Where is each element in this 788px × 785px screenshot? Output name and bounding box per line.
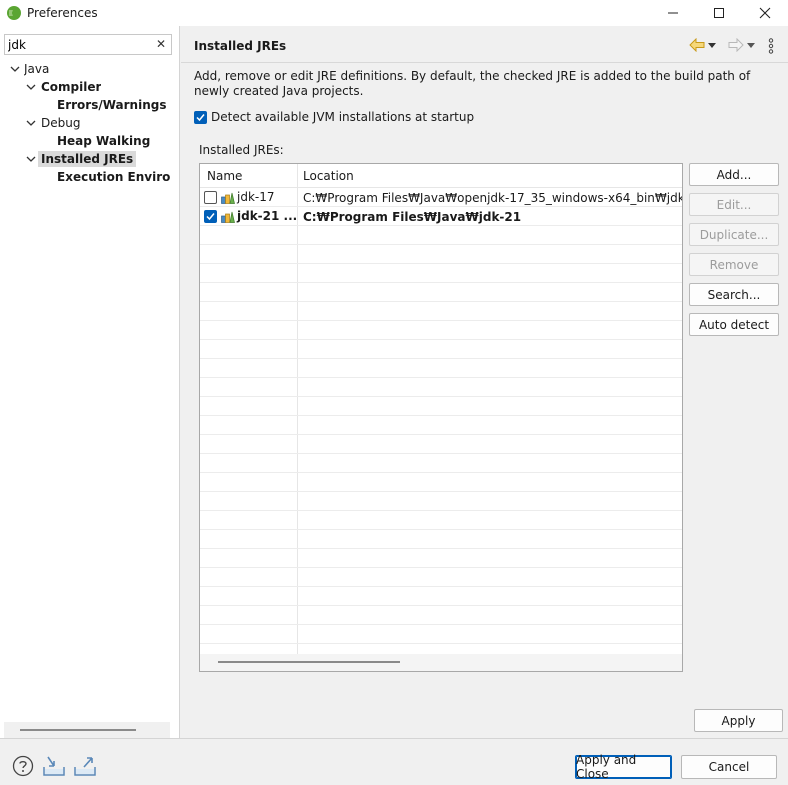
maximize-button[interactable] [696, 0, 742, 26]
empty-table-row [200, 549, 682, 568]
preference-tree-pane: ✕ Java Compiler Errors/Warnings Debug He… [0, 26, 180, 738]
tree-item-execution-environments[interactable]: Execution Environments [0, 168, 180, 186]
eclipse-app-icon [7, 6, 21, 20]
detect-jvm-checkbox[interactable] [194, 110, 207, 124]
tree-item-errors-warnings[interactable]: Errors/Warnings [0, 96, 180, 114]
empty-table-row [200, 378, 682, 397]
empty-table-row [200, 473, 682, 492]
close-button[interactable] [742, 0, 788, 26]
remove-button[interactable]: Remove [689, 253, 779, 276]
empty-table-row [200, 530, 682, 549]
jre-library-icon [221, 211, 235, 223]
add-button[interactable]: Add... [689, 163, 779, 186]
chevron-down-icon [10, 66, 20, 72]
chevron-down-icon [26, 84, 36, 90]
chevron-down-icon [26, 156, 36, 162]
back-arrow-icon[interactable] [689, 38, 705, 52]
tree-item-java[interactable]: Java [0, 60, 180, 78]
jre-library-icon [221, 192, 235, 204]
jre-name: jdk-21 ... [237, 209, 298, 223]
empty-table-row [200, 435, 682, 454]
header-separator [181, 62, 788, 63]
dialog-button-bar: Apply and Close Cancel [0, 738, 788, 785]
search-button[interactable]: Search... [689, 283, 779, 306]
preference-page: Installed JREs Add, remove or edit JRE d… [181, 26, 788, 738]
installed-jres-table: Name Location jdk-17 C:₩Program Files₩Ja… [199, 163, 683, 672]
import-icon[interactable] [42, 755, 66, 777]
page-navigation [689, 36, 779, 56]
title-bar: Preferences [0, 0, 788, 26]
empty-table-row [200, 625, 682, 644]
tree-item-heap-walking[interactable]: Heap Walking [0, 132, 180, 150]
window-title: Preferences [27, 6, 98, 20]
empty-table-row [200, 587, 682, 606]
edit-button[interactable]: Edit... [689, 193, 779, 216]
jre-location: C:₩Program Files₩Java₩openjdk-17_35_wind… [303, 191, 683, 205]
empty-table-row [200, 359, 682, 378]
empty-table-row [200, 397, 682, 416]
tree-item-debug[interactable]: Debug [0, 114, 180, 132]
jre-name: jdk-17 [237, 190, 275, 204]
tree-label-installed-jres: Installed JREs [38, 151, 137, 167]
tree-scroll-thumb[interactable] [20, 729, 136, 731]
jre-checkbox-jdk-21[interactable] [204, 209, 217, 223]
apply-and-close-button[interactable]: Apply and Close [575, 753, 672, 781]
empty-table-row [200, 606, 682, 625]
empty-table-row [200, 492, 682, 511]
empty-table-row [200, 340, 682, 359]
filter-input[interactable] [5, 35, 145, 54]
export-icon[interactable] [73, 755, 97, 777]
tree-label-execution-environments: Execution Environments [57, 170, 171, 184]
column-header-name[interactable]: Name [207, 169, 242, 183]
cancel-button[interactable]: Cancel [681, 755, 777, 779]
apply-button[interactable]: Apply [694, 709, 783, 732]
empty-table-row [200, 245, 682, 264]
clear-filter-icon[interactable]: ✕ [156, 37, 166, 52]
empty-table-row [200, 264, 682, 283]
empty-table-row [200, 511, 682, 530]
empty-table-row [200, 568, 682, 587]
empty-table-row [200, 321, 682, 340]
detect-jvm-checkbox-row[interactable]: Detect available JVM installations at st… [194, 110, 474, 124]
preference-tree: Java Compiler Errors/Warnings Debug Heap… [0, 60, 180, 186]
empty-table-row [200, 283, 682, 302]
chevron-down-icon [26, 120, 36, 126]
table-scroll-thumb[interactable] [218, 661, 400, 663]
detect-jvm-label: Detect available JVM installations at st… [211, 110, 475, 124]
tree-label-compiler: Compiler [41, 80, 102, 94]
close-icon [759, 7, 771, 19]
forward-dropdown-icon[interactable] [747, 43, 755, 49]
page-description: Add, remove or edit JRE definitions. By … [194, 69, 751, 98]
duplicate-button[interactable]: Duplicate... [689, 223, 779, 246]
empty-table-row [200, 302, 682, 321]
empty-table-row [200, 226, 682, 245]
checkmark-icon [206, 212, 215, 220]
tree-label-errors-warnings: Errors/Warnings [57, 98, 167, 112]
tree-item-installed-jres[interactable]: Installed JREs [0, 150, 180, 168]
filter-field[interactable]: ✕ [4, 34, 172, 55]
minimize-icon [668, 12, 678, 14]
empty-table-row [200, 416, 682, 435]
tree-item-compiler[interactable]: Compiler [0, 78, 180, 96]
empty-table-row [200, 454, 682, 473]
table-row-jdk-21[interactable]: jdk-21 ... C:₩Program Files₩Java₩jdk-21 [200, 207, 682, 226]
installed-jres-label: Installed JREs: [199, 143, 284, 157]
jre-location: C:₩Program Files₩Java₩jdk-21 [303, 210, 522, 224]
maximize-icon [714, 8, 724, 18]
help-icon[interactable] [12, 755, 34, 777]
tree-label-debug: Debug [41, 116, 81, 130]
back-dropdown-icon[interactable] [708, 43, 716, 49]
column-header-location[interactable]: Location [303, 169, 354, 183]
auto-detect-button[interactable]: Auto detect [689, 313, 779, 336]
forward-arrow-icon[interactable] [728, 38, 744, 52]
jre-checkbox-jdk-17[interactable] [204, 190, 217, 204]
checkmark-icon [196, 113, 205, 121]
more-options-icon[interactable] [768, 38, 774, 54]
minimize-button[interactable] [650, 0, 696, 26]
table-header: Name Location [200, 164, 682, 188]
table-row-jdk-17[interactable]: jdk-17 C:₩Program Files₩Java₩openjdk-17_… [200, 188, 682, 207]
tree-label-java: Java [24, 62, 50, 76]
tree-label-heap-walking: Heap Walking [57, 134, 151, 148]
page-title: Installed JREs [194, 39, 287, 53]
